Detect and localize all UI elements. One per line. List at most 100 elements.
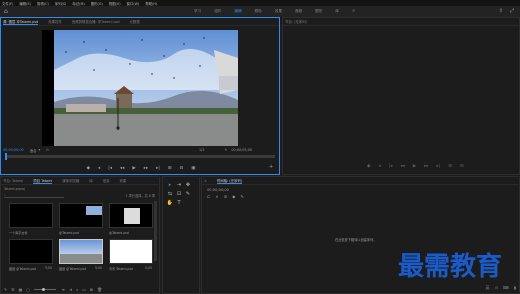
program-play-icon[interactable]: ▶ bbox=[413, 164, 416, 169]
tab-source[interactable]: 源: 图层 拿Tatami.psd bbox=[3, 19, 39, 25]
tab-sequence-tatami[interactable]: 节目: Tatami bbox=[3, 178, 23, 183]
pen-tool-icon[interactable]: ✎ bbox=[184, 190, 192, 198]
automate-icon[interactable]: ⇉ bbox=[69, 287, 72, 292]
freeform-view-icon[interactable]: ▢ bbox=[26, 287, 30, 292]
icon-view-icon[interactable]: ▦ bbox=[19, 287, 23, 292]
pencil-icon[interactable]: ✎ bbox=[4, 287, 7, 292]
menu-sequence[interactable]: 序列(S) bbox=[55, 1, 67, 6]
close-icon[interactable]: × bbox=[204, 179, 207, 183]
menu-help[interactable]: 帮助(H) bbox=[145, 1, 157, 6]
tab-effects[interactable]: 效果 bbox=[119, 178, 126, 183]
tab-media-browser[interactable]: 媒体浏览器 bbox=[62, 178, 79, 183]
add-marker-icon[interactable]: ◆ bbox=[232, 194, 235, 199]
expand-icon[interactable]: ⤢ bbox=[510, 8, 514, 14]
sync-icon[interactable]: ⊙ bbox=[495, 285, 498, 291]
type-tool-icon[interactable]: T bbox=[175, 199, 183, 207]
menu-clip[interactable]: 剪辑(C) bbox=[37, 1, 49, 6]
program-mark-in-icon[interactable]: ◂ bbox=[378, 164, 380, 169]
ripple-edit-tool-icon[interactable]: ⇆ bbox=[166, 190, 174, 198]
tab-project[interactable]: 项目 Tatami bbox=[33, 178, 53, 184]
find-icon[interactable]: ⌕ bbox=[76, 287, 78, 292]
project-item-selected[interactable]: 图层 拿Tatami.psd 5;00 bbox=[59, 239, 103, 271]
project-item[interactable]: 拿Tatami.psd bbox=[59, 203, 103, 235]
mark-in-icon[interactable]: ◂ bbox=[98, 166, 100, 171]
project-item[interactable]: 图层 拿Tatami.psd 5;00 bbox=[9, 239, 53, 271]
step-forward-icon[interactable]: ▸▸ bbox=[144, 166, 148, 171]
menu-file[interactable]: 文件(F) bbox=[2, 1, 13, 6]
nest-icon[interactable]: ⊏ bbox=[207, 194, 211, 199]
keyboard-icon[interactable]: ⌨ bbox=[503, 285, 509, 291]
project-search-input[interactable]: ⌕ bbox=[4, 193, 64, 198]
program-go-to-out-icon[interactable]: ▸| bbox=[437, 164, 441, 169]
move-tool-icon[interactable]: ✥ bbox=[184, 181, 192, 189]
battery-icon[interactable]: ▮ bbox=[514, 285, 516, 291]
insert-icon[interactable]: ⊞ bbox=[168, 166, 172, 171]
tab-audio-clip-mixer[interactable]: 音频剪辑混合器: 拿Tatami.psd bbox=[72, 19, 120, 24]
timeline-timecode[interactable]: 00;00;00;00 bbox=[207, 188, 229, 192]
go-to-out-icon[interactable]: ▸| bbox=[156, 166, 160, 171]
wrench-icon[interactable]: ✎ bbox=[240, 194, 244, 199]
menu-markers[interactable]: 标记(M) bbox=[72, 1, 84, 6]
workspace-tab-audio[interactable]: 音频 bbox=[295, 9, 302, 14]
tab-libraries[interactable]: 库 bbox=[89, 178, 92, 183]
workspace-tab-editing[interactable]: 编辑 bbox=[234, 9, 241, 14]
program-extract-icon[interactable]: ⊟ bbox=[460, 164, 464, 169]
overwrite-icon[interactable]: ⊟ bbox=[180, 166, 184, 171]
project-item[interactable]: 一个离字文件 bbox=[9, 203, 53, 235]
workspace-tab-libraries[interactable]: 库 bbox=[335, 9, 339, 14]
workspace-tab-graphics[interactable]: 图形 bbox=[315, 9, 322, 14]
program-add-marker-icon[interactable]: ◆ bbox=[367, 164, 370, 169]
linked-selection-icon[interactable]: ⊘ bbox=[224, 194, 228, 199]
menu-graphics[interactable]: 图形(G) bbox=[91, 1, 103, 6]
source-scrub-bar[interactable] bbox=[5, 153, 275, 160]
program-step-forward-icon[interactable]: ▸▸ bbox=[424, 164, 428, 169]
resolution-select[interactable]: 1/2 bbox=[199, 148, 204, 152]
fit-select[interactable]: 适合 bbox=[30, 148, 37, 153]
slip-tool-icon[interactable]: ⊡ bbox=[175, 190, 183, 198]
menu-window[interactable]: 窗口(W) bbox=[127, 1, 140, 6]
new-item-icon[interactable]: ⊞ bbox=[90, 287, 93, 292]
sort-icon[interactable]: ≡ bbox=[62, 287, 65, 292]
add-button-icon[interactable]: + bbox=[269, 164, 273, 170]
project-item[interactable]: 背景 Tatami.psd 5;00 bbox=[109, 239, 153, 271]
tab-timeline[interactable]: 时间轴: (无序列) bbox=[216, 178, 243, 184]
program-lift-icon[interactable]: ⊞ bbox=[448, 164, 452, 169]
export-frame-icon[interactable]: ▣ bbox=[191, 166, 195, 171]
project-scrollbar[interactable] bbox=[154, 201, 157, 261]
menu-view[interactable]: 视图(V) bbox=[109, 1, 121, 6]
project-item[interactable]: 拿Tatami.psd bbox=[109, 203, 153, 235]
tab-effect-controls[interactable]: 效果控件 bbox=[48, 19, 62, 24]
settings-wrench-icon[interactable]: ✎ bbox=[224, 148, 227, 152]
selection-tool-icon[interactable]: ▸ bbox=[166, 181, 174, 189]
tab-info[interactable]: 信息 bbox=[103, 178, 110, 183]
workspace-tab-color[interactable]: 颜色 bbox=[255, 9, 262, 14]
zoom-slider[interactable] bbox=[33, 287, 56, 291]
zoom-slider-knob[interactable] bbox=[41, 287, 45, 291]
menu-edit[interactable]: 编辑(E) bbox=[19, 1, 31, 6]
track-select-tool-icon[interactable]: ⇥ bbox=[175, 181, 183, 189]
add-marker-icon[interactable]: ◆ bbox=[87, 166, 90, 171]
new-bin-icon[interactable]: ▭ bbox=[82, 287, 86, 292]
snap-icon[interactable]: ∩ bbox=[216, 194, 219, 199]
go-to-in-icon[interactable]: |◂ bbox=[108, 166, 112, 171]
tab-metadata[interactable]: 元数据 bbox=[130, 19, 140, 24]
share-icon[interactable]: ⇪ bbox=[499, 8, 503, 14]
tab-program[interactable]: 节目: (无序列) bbox=[285, 19, 307, 24]
program-go-to-in-icon[interactable]: |◂ bbox=[389, 164, 393, 169]
program-step-back-icon[interactable]: ◂◂ bbox=[400, 164, 404, 169]
workspace-tab-learn[interactable]: 学习 bbox=[194, 9, 201, 14]
workspace-tab-effects[interactable]: 效果 bbox=[275, 9, 282, 14]
home-icon[interactable]: ⌂ bbox=[4, 9, 10, 15]
ime-icon[interactable]: 英 bbox=[486, 285, 490, 291]
more-workspaces-icon[interactable]: » bbox=[352, 8, 355, 14]
chevron-down-icon[interactable]: ▾ bbox=[38, 148, 40, 152]
list-view-icon[interactable]: ☰ bbox=[11, 287, 14, 292]
workspace-tab-assembly[interactable]: 组件 bbox=[214, 9, 221, 14]
hand-tool-icon[interactable]: ✋ bbox=[166, 199, 174, 207]
playhead[interactable] bbox=[5, 153, 7, 160]
source-timecode-in[interactable]: 00;00;00;00 bbox=[3, 148, 24, 152]
play-icon[interactable]: ▶ bbox=[132, 166, 135, 171]
wrench-small-icon[interactable]: ⊙ bbox=[46, 148, 49, 152]
trash-icon[interactable]: 🗑 bbox=[97, 287, 102, 292]
step-back-icon[interactable]: ◂◂ bbox=[120, 166, 124, 171]
